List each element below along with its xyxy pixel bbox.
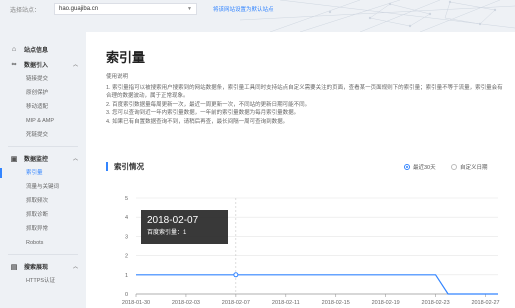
usage-note: 3. 您可以查询到近一年内索引量数据，一年前的索引量数据为每月索引量数据。 <box>106 110 300 117</box>
x-tick-label: 2018-02-07 <box>222 300 250 306</box>
site-select[interactable]: hao.guajiba.cn ▼ <box>54 3 197 15</box>
radio-unchecked-icon <box>451 164 457 170</box>
sidebar-item-link-submit[interactable]: 链接提交 <box>0 72 86 86</box>
site-select-label: 选择站点： <box>10 8 41 14</box>
sidebar-divider <box>8 254 78 255</box>
sidebar-item-robots[interactable]: Robots <box>0 236 86 250</box>
y-tick-label: 3 <box>125 234 128 240</box>
site-select-value: hao.guajiba.cn <box>59 6 99 12</box>
chevron-up-icon: ︿ <box>72 264 78 270</box>
y-tick-label: 1 <box>125 273 128 279</box>
sidebar-divider <box>8 146 78 147</box>
data-point-highlight <box>233 272 239 278</box>
range-option-last-30-days[interactable]: 最近30天 <box>404 163 436 171</box>
series-line <box>136 274 498 295</box>
x-tick-label: 2018-02-23 <box>422 300 450 306</box>
usage-notes: 1. 索引量指可以被搜索用户搜索到的网站数据条，索引量工具同时支持站点自定义需要… <box>106 84 506 126</box>
sidebar-item-crawl-errors[interactable]: 抓取异常 <box>0 222 86 236</box>
house-icon: ⌂ <box>11 46 17 53</box>
sidebar-item-dead-link[interactable]: 死链提交 <box>0 128 86 142</box>
sidebar-group-label: 数据监控 <box>24 157 49 163</box>
top-bar: 选择站点： hao.guajiba.cn ▼ 将该网站设置为默认站点 <box>0 0 515 32</box>
radio-checked-icon <box>404 164 410 170</box>
chevron-up-icon: ︿ <box>72 62 78 68</box>
sidebar-item-crawl-frequency[interactable]: 抓取频次 <box>0 194 86 208</box>
x-tick-label: 2018-02-15 <box>322 300 350 306</box>
link-icon: ∞ <box>11 61 17 68</box>
search-display-icon: ▤ <box>10 263 18 271</box>
sidebar-item-crawl-diagnosis[interactable]: 抓取诊断 <box>0 208 86 222</box>
tooltip-value: 1 <box>183 230 187 236</box>
usage-note: 2. 百度索引数据量每周更新一次，最近一周更新一次，不同站的更新日期可能不同。 <box>106 101 311 108</box>
sidebar-group-label: 数据引入 <box>24 63 49 69</box>
tooltip-row: 百度索引量：1 <box>147 230 187 236</box>
y-tick-label: 2 <box>125 254 128 260</box>
index-volume-chart[interactable]: 0 1 2 3 4 5 2018-01-30 2018-02-03 2018-02-07 2018… <box>106 182 506 308</box>
x-tick-label: 2018-02-19 <box>372 300 400 306</box>
range-option-label: 自定义日期 <box>460 165 488 171</box>
chevron-up-icon: ︿ <box>72 156 78 162</box>
y-tick-label: 4 <box>125 215 128 221</box>
sidebar-group-data-monitor[interactable]: ▣ 数据监控 ︿ <box>0 151 86 166</box>
range-option-label: 最近30天 <box>413 165 436 171</box>
chart-section-title: 索引情况 <box>106 162 144 171</box>
chart-svg: 0123452018-01-30 2018-02-03 2018-02-07 2018… <box>122 196 500 306</box>
x-tick-label: 2018-02-11 <box>272 300 300 306</box>
sidebar-item-https[interactable]: HTTPS认证 <box>0 274 86 288</box>
usage-note: 1. 索引量指可以被搜索用户搜索到的网站数据条，索引量工具同时支持站点自定义需要… <box>106 85 503 100</box>
main-content: 索引量 使用说明 1. 索引量指可以被搜索用户搜索到的网站数据条，索引量工具同时… <box>86 32 515 308</box>
usage-note: 4. 如果已有自置数据查询不到，请稍后再查，最长间隔一周可查询到数据。 <box>106 118 289 125</box>
x-tick-label: 2018-02-27 <box>471 300 499 306</box>
sidebar-item-index-volume[interactable]: 索引量 <box>0 166 86 180</box>
sidebar-group-label: 站点信息 <box>24 48 49 54</box>
tooltip-date: 2018-02-07 <box>147 215 199 226</box>
sidebar-group-site-info[interactable]: ⌂ 站点信息 <box>0 42 86 57</box>
page-title: 索引量 <box>106 50 146 65</box>
sidebar-group-label: 搜索展现 <box>24 265 49 271</box>
tooltip-label: 百度索引量 <box>147 230 178 236</box>
sidebar-group-data-import[interactable]: ∞ 数据引入 ︿ <box>0 57 86 72</box>
y-tick-label: 5 <box>125 196 128 202</box>
sidebar-item-original-protect[interactable]: 原创保护 <box>0 86 86 100</box>
monitor-icon: ▣ <box>10 155 18 163</box>
chart-tooltip: 2018-02-07 百度索引量：1 <box>141 210 228 244</box>
sidebar-item-traffic-keywords[interactable]: 流量与关键词 <box>0 180 86 194</box>
header-decoration-graphic <box>240 0 515 32</box>
sidebar-group-search-display[interactable]: ▤ 搜索展现 ︿ <box>0 259 86 274</box>
sidebar-item-mip-amp[interactable]: MIP & AMP <box>0 114 86 128</box>
y-tick-label: 0 <box>125 292 128 298</box>
x-tick-label: 2018-01-30 <box>122 300 150 306</box>
usage-instructions-heading: 使用说明 <box>106 74 129 80</box>
chevron-down-icon: ▼ <box>187 6 192 12</box>
sidebar: ⌂ 站点信息 ∞ 数据引入 ︿ 链接提交 原创保护 移动适配 MIP & AMP… <box>0 32 86 308</box>
range-option-custom-date[interactable]: 自定义日期 <box>451 163 488 171</box>
x-tick-label: 2018-02-03 <box>172 300 200 306</box>
sidebar-item-mobile-adapt[interactable]: 移动适配 <box>0 100 86 114</box>
chart-header: 索引情况 最近30天 自定义日期 <box>106 162 506 174</box>
